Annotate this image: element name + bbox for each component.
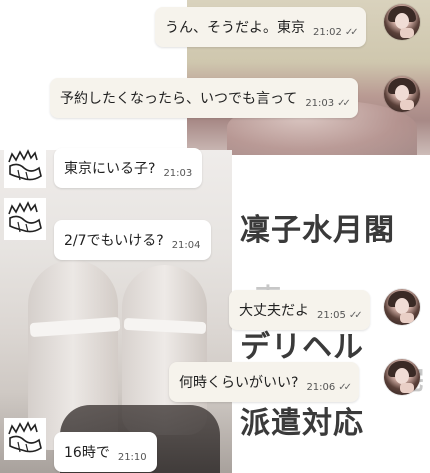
read-check-icon: ✓✓ bbox=[344, 26, 359, 38]
avatar-detail bbox=[395, 298, 409, 314]
message-bubble-outgoing[interactable]: 何時くらいがいい? 21:06 ✓✓ bbox=[169, 362, 360, 402]
message-text: 16時で bbox=[64, 445, 110, 461]
message-time: 21:10 bbox=[117, 451, 147, 463]
message-bubble-outgoing[interactable]: うん、そうだよ。東京 21:02 ✓✓ bbox=[155, 7, 366, 47]
message-time: 21:04 bbox=[171, 239, 201, 251]
message-bubble-incoming[interactable]: 東京にいる子? 21:03 bbox=[54, 148, 203, 188]
avatar[interactable] bbox=[384, 4, 420, 40]
avatar-detail bbox=[395, 368, 409, 384]
avatar-detail bbox=[400, 383, 414, 393]
message-time: 21:02 bbox=[313, 26, 342, 38]
ad-dispatch: 派遣対応 bbox=[240, 406, 364, 441]
message-bubble-outgoing[interactable]: 予約したくなったら、いつでも言って 21:03 ✓✓ bbox=[50, 78, 358, 118]
avatar[interactable] bbox=[384, 359, 420, 395]
avatar-detail bbox=[395, 85, 409, 101]
avatar[interactable] bbox=[384, 289, 420, 325]
read-check-icon: ✓✓ bbox=[337, 97, 351, 109]
read-check-icon: ✓✓ bbox=[338, 381, 352, 393]
ad-title: 凜子水月閣 bbox=[240, 213, 395, 248]
message-text: 大丈夫だよ bbox=[239, 303, 309, 319]
sender-logo-icon[interactable] bbox=[4, 418, 46, 460]
message-time: 21:05 bbox=[317, 309, 346, 321]
message-text: 何時くらいがいい? bbox=[179, 375, 299, 391]
avatar-detail bbox=[400, 100, 414, 110]
read-check-icon: ✓✓ bbox=[348, 309, 363, 321]
message-text: 予約したくなったら、いつでも言って bbox=[60, 91, 298, 107]
avatar-detail bbox=[400, 313, 414, 323]
message-text: うん、そうだよ。東京 bbox=[165, 20, 305, 36]
message-text: 2/7でもいける? bbox=[64, 233, 164, 249]
message-time: 21:03 bbox=[305, 97, 335, 109]
message-time: 21:03 bbox=[163, 167, 193, 179]
avatar[interactable] bbox=[384, 76, 420, 112]
message-time: 21:06 bbox=[306, 381, 336, 393]
avatar-detail bbox=[395, 13, 409, 29]
message-bubble-outgoing[interactable]: 大丈夫だよ 21:05 ✓✓ bbox=[229, 290, 370, 330]
message-bubble-incoming[interactable]: 2/7でもいける? 21:04 bbox=[54, 220, 211, 260]
sender-logo-icon[interactable] bbox=[4, 146, 46, 188]
avatar-detail bbox=[400, 28, 414, 38]
message-bubble-incoming[interactable]: 16時で 21:10 bbox=[54, 432, 157, 472]
message-text: 東京にいる子? bbox=[64, 161, 156, 177]
sender-logo-icon[interactable] bbox=[4, 198, 46, 240]
